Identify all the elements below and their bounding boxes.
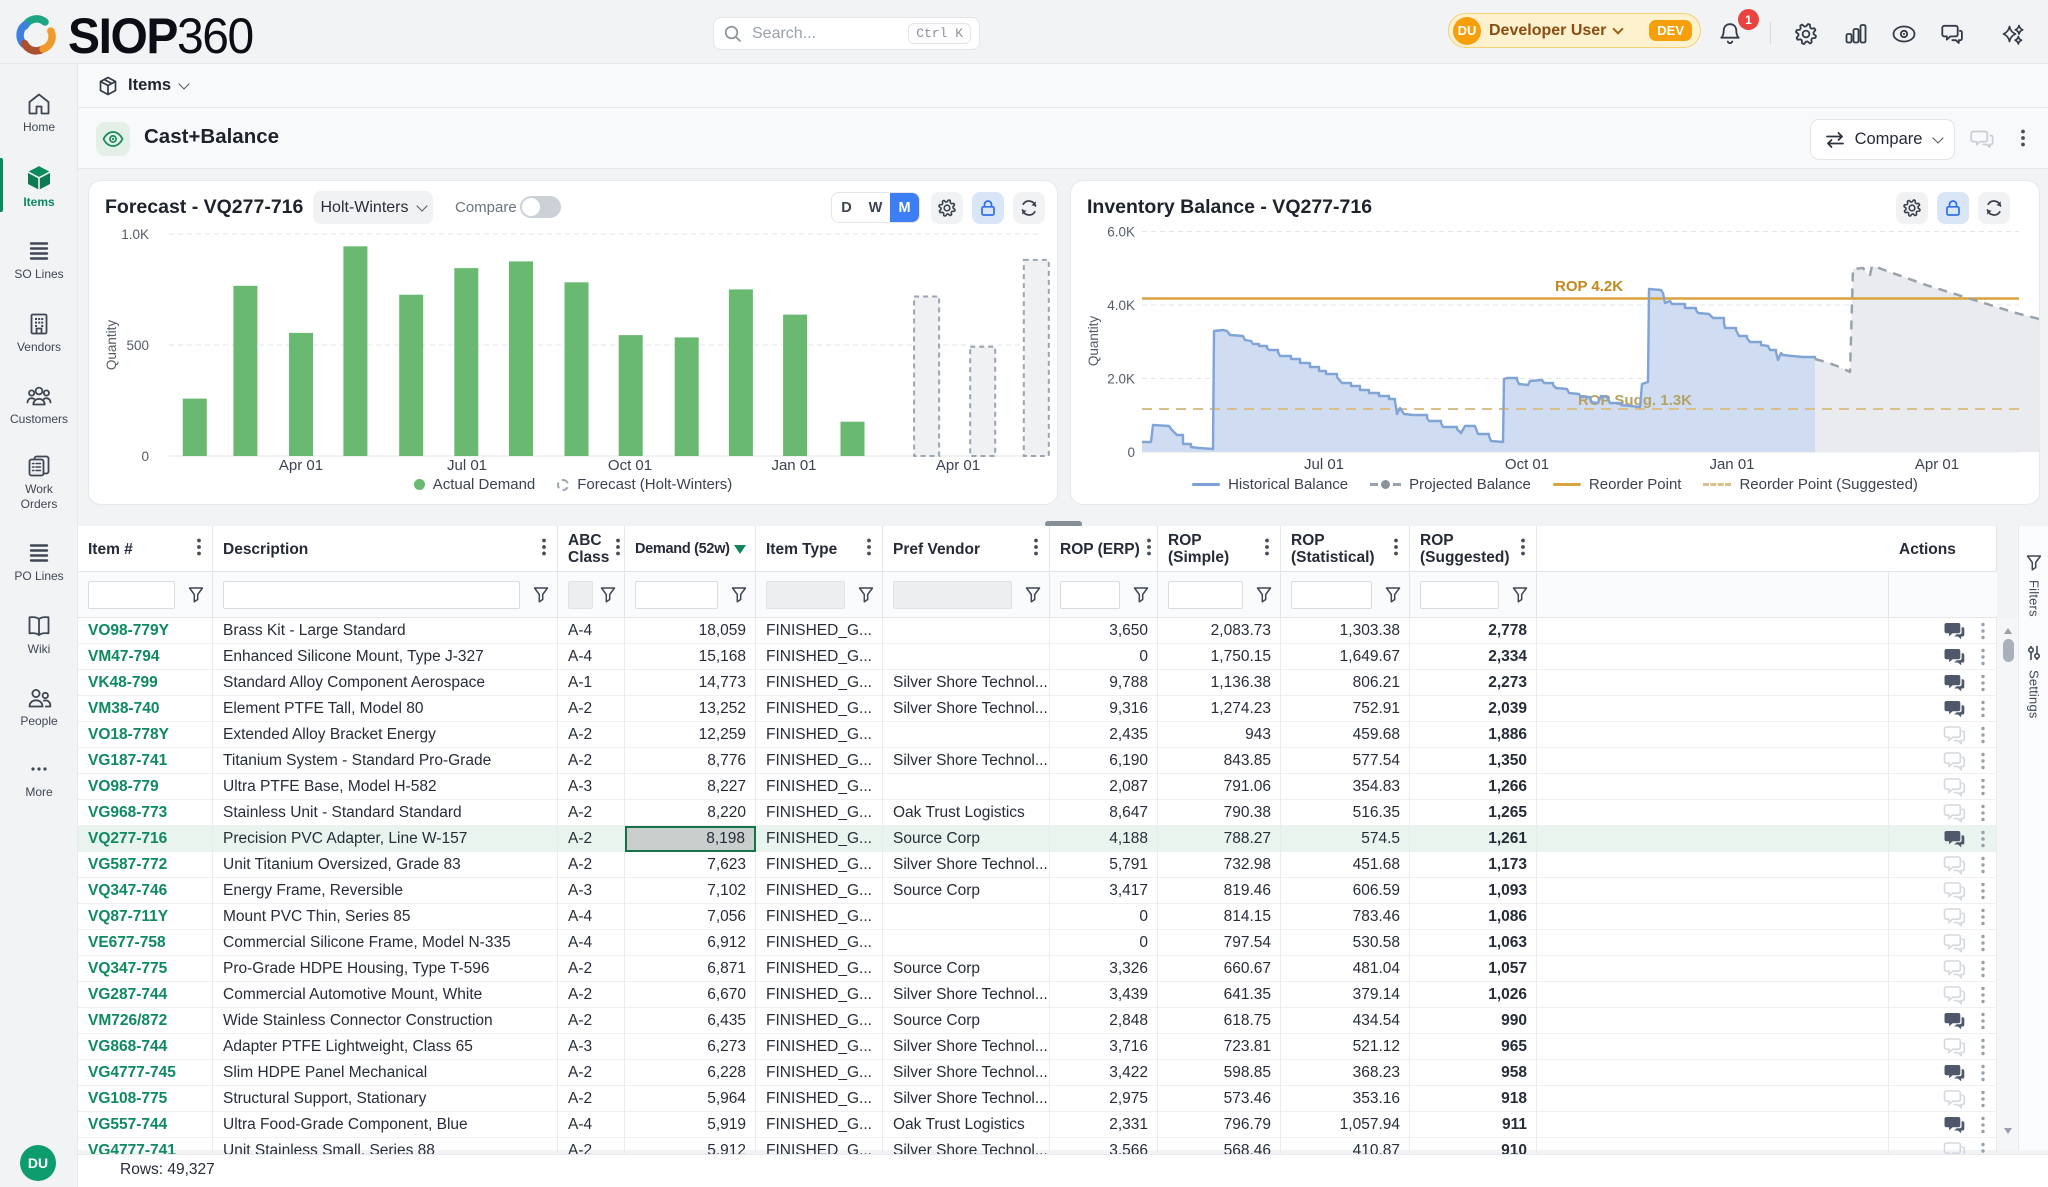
svg-text:Oct 01: Oct 01 bbox=[608, 457, 652, 474]
svg-text:6.0K: 6.0K bbox=[1107, 225, 1135, 240]
svg-text:0: 0 bbox=[141, 449, 149, 464]
svg-text:Quantity: Quantity bbox=[1086, 316, 1101, 367]
svg-text:0: 0 bbox=[1127, 445, 1135, 460]
svg-text:Quantity: Quantity bbox=[104, 320, 119, 371]
svg-text:Apr 01: Apr 01 bbox=[936, 457, 980, 474]
svg-text:Jan 01: Jan 01 bbox=[771, 457, 816, 474]
svg-text:Jan 01: Jan 01 bbox=[1709, 456, 1754, 473]
svg-text:Apr 01: Apr 01 bbox=[1915, 456, 1959, 473]
svg-text:ROP 4.2K: ROP 4.2K bbox=[1555, 278, 1623, 295]
svg-text:2.0K: 2.0K bbox=[1107, 372, 1135, 387]
svg-text:Jul 01: Jul 01 bbox=[1304, 456, 1344, 473]
svg-text:Apr 01: Apr 01 bbox=[279, 457, 323, 474]
svg-text:Jul 01: Jul 01 bbox=[447, 457, 487, 474]
svg-text:4.0K: 4.0K bbox=[1107, 298, 1135, 313]
svg-text:1.0K: 1.0K bbox=[121, 227, 149, 242]
svg-text:Oct 01: Oct 01 bbox=[1505, 456, 1549, 473]
svg-text:500: 500 bbox=[126, 338, 149, 353]
